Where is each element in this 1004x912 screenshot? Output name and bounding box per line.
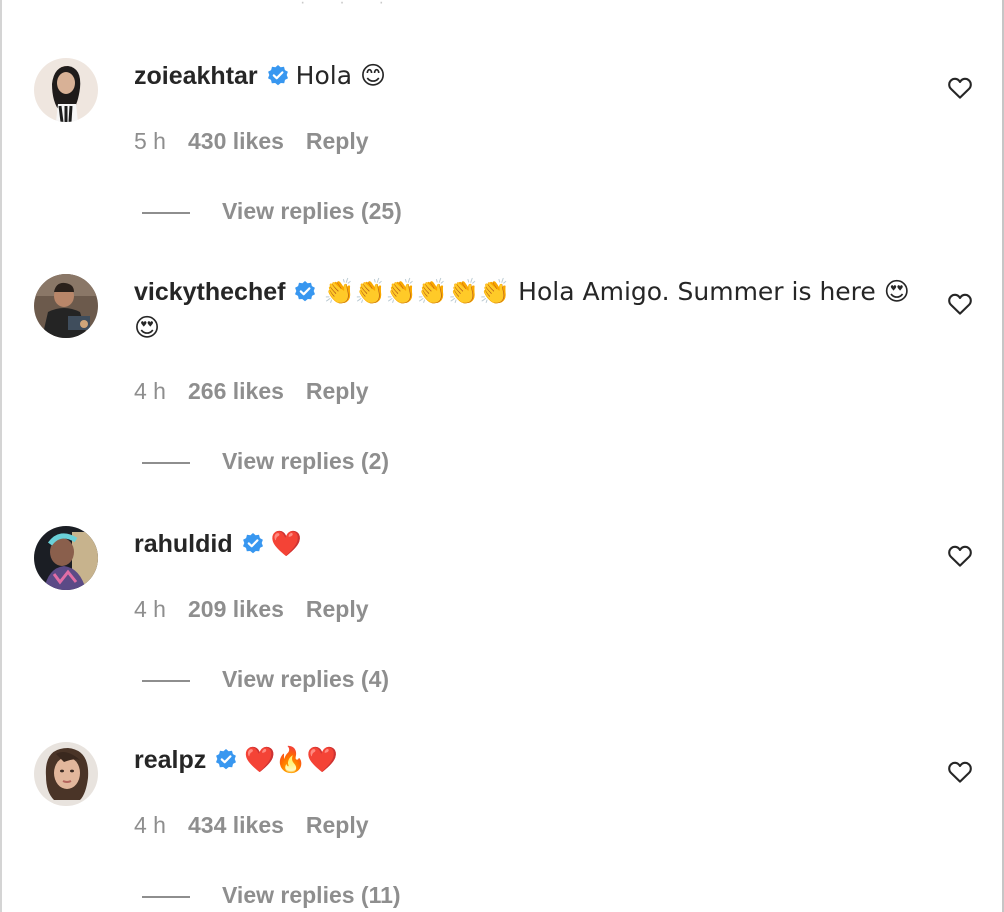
verified-badge-icon [293,278,317,302]
avatar[interactable] [34,526,98,590]
view-replies-button[interactable]: View replies (2) [142,448,389,475]
comment-body: realpz ❤️🔥❤️ [134,742,914,778]
comment-meta: 5 h 430 likes Reply [134,128,391,155]
likes-count[interactable]: 209 likes [188,596,284,622]
comment-time: 4 h [134,812,166,838]
view-replies-label[interactable]: View replies (11) [222,882,401,908]
replies-divider [142,679,190,682]
avatar[interactable] [34,274,98,338]
comment-text-line: zoieakhtar Hola 😊 [134,58,914,94]
comment-body: rahuldid ❤️ [134,526,914,562]
reply-button[interactable]: Reply [306,596,369,622]
username[interactable]: zoieakhtar [134,62,258,90]
left-border [0,0,2,912]
comment-meta: 4 h 434 likes Reply [134,812,391,839]
avatar[interactable] [34,742,98,806]
comment-text: ❤️ [270,529,302,558]
verified-badge-icon [266,62,290,86]
reply-button[interactable]: Reply [306,812,369,838]
reply-button[interactable]: Reply [306,128,369,154]
comments-panel: ··· zoieakhtar Hola 😊 5 h 430 likes Reply [0,0,1004,912]
likes-count[interactable]: 430 likes [188,128,284,154]
comment-body: zoieakhtar Hola 😊 [134,58,914,94]
username[interactable]: vickythechef [134,278,285,306]
replies-divider [142,895,190,898]
username[interactable]: realpz [134,746,206,774]
comment-text: ❤️🔥❤️ [244,745,338,774]
comment-text-line: realpz ❤️🔥❤️ [134,742,914,778]
likes-count[interactable]: 266 likes [188,378,284,404]
likes-count[interactable]: 434 likes [188,812,284,838]
view-replies-label[interactable]: View replies (4) [222,666,389,692]
heart-outline-icon[interactable] [946,542,974,570]
replies-divider [142,461,190,464]
comment-time: 5 h [134,128,166,154]
comment-time: 4 h [134,596,166,622]
heart-outline-icon[interactable] [946,758,974,786]
comment-body: vickythechef 👏👏👏👏👏👏 Hola Amigo. Summer is… [134,274,914,346]
comment-time: 4 h [134,378,166,404]
heart-outline-icon[interactable] [946,74,974,102]
view-replies-button[interactable]: View replies (4) [142,666,389,693]
view-replies-button[interactable]: View replies (25) [142,198,402,225]
comment-meta: 4 h 209 likes Reply [134,596,391,623]
view-replies-label[interactable]: View replies (25) [222,198,402,224]
verified-badge-icon [241,530,265,554]
comment-text-line: vickythechef 👏👏👏👏👏👏 Hola Amigo. Summer is… [134,274,914,346]
verified-badge-icon [214,746,238,770]
replies-divider [142,211,190,214]
username[interactable]: rahuldid [134,530,233,558]
view-replies-button[interactable]: View replies (11) [142,882,401,909]
cropped-previous-row: ··· [300,0,418,11]
comment-text: Hola 😊 [295,61,387,90]
comment-text-line: rahuldid ❤️ [134,526,914,562]
reply-button[interactable]: Reply [306,378,369,404]
avatar[interactable] [34,58,98,122]
comment-meta: 4 h 266 likes Reply [134,378,391,405]
heart-outline-icon[interactable] [946,290,974,318]
view-replies-label[interactable]: View replies (2) [222,448,389,474]
